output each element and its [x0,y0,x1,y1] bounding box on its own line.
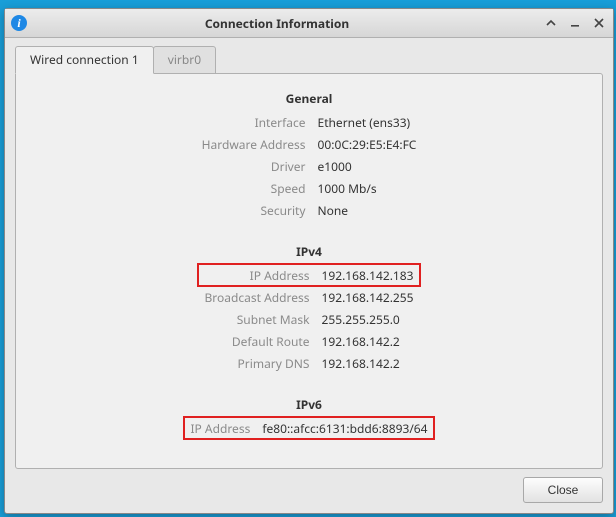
value-ipv6-ip-address: fe80::afcc:6131:bdd6:8893/64 [256,417,433,439]
section-title-ipv4: IPv4 [26,243,592,260]
label-hardware-address: Hardware Address [196,133,312,155]
close-icon[interactable] [591,15,607,31]
label-ipv4-ip-address: IP Address [198,264,315,286]
value-speed: 1000 Mb/s [312,177,423,199]
label-driver: Driver [196,155,312,177]
row-interface: Interface Ethernet (ens33) [196,111,423,133]
dialog-body: Wired connection 1 virbr0 General Interf… [5,38,613,513]
titlebar: i Connection Information [5,9,613,38]
value-ipv4-ip-address: 192.168.142.183 [315,264,419,286]
row-broadcast-address: Broadcast Address 192.168.142.255 [198,286,419,308]
row-default-route: Default Route 192.168.142.2 [198,330,419,352]
general-table: Interface Ethernet (ens33) Hardware Addr… [196,111,423,221]
value-default-route: 192.168.142.2 [315,330,419,352]
row-subnet-mask: Subnet Mask 255.255.255.0 [198,308,419,330]
window-title: Connection Information [11,15,543,32]
dialog-window: i Connection Information Wired connectio… [4,8,614,514]
row-ipv4-ip-address: IP Address 192.168.142.183 [198,264,419,286]
dialog-footer: Close [15,469,603,503]
row-security: Security None [196,199,423,221]
label-primary-dns: Primary DNS [198,352,315,374]
label-ipv6-ip-address: IP Address [184,417,256,439]
label-subnet-mask: Subnet Mask [198,308,315,330]
row-primary-dns: Primary DNS 192.168.142.2 [198,352,419,374]
value-interface: Ethernet (ens33) [312,111,423,133]
row-hardware-address: Hardware Address 00:0C:29:E5:E4:FC [196,133,423,155]
row-ipv6-ip-address: IP Address fe80::afcc:6131:bdd6:8893/64 [184,417,433,439]
tab-wired-connection-1[interactable]: Wired connection 1 [15,46,154,74]
section-title-general: General [26,90,592,107]
label-broadcast-address: Broadcast Address [198,286,315,308]
value-security: None [312,199,423,221]
tabs: Wired connection 1 virbr0 [15,46,603,74]
value-driver: e1000 [312,155,423,177]
label-interface: Interface [196,111,312,133]
value-hardware-address: 00:0C:29:E5:E4:FC [312,133,423,155]
row-driver: Driver e1000 [196,155,423,177]
label-security: Security [196,199,312,221]
shade-icon[interactable] [543,15,559,31]
window-buttons [543,15,607,31]
label-default-route: Default Route [198,330,315,352]
close-button[interactable]: Close [523,477,603,503]
value-primary-dns: 192.168.142.2 [315,352,419,374]
tab-panel: General Interface Ethernet (ens33) Hardw… [15,73,603,469]
tab-virbr0[interactable]: virbr0 [153,46,216,74]
ipv4-table: IP Address 192.168.142.183 Broadcast Add… [198,264,419,374]
section-title-ipv6: IPv6 [26,396,592,413]
row-speed: Speed 1000 Mb/s [196,177,423,199]
value-broadcast-address: 192.168.142.255 [315,286,419,308]
ipv6-table: IP Address fe80::afcc:6131:bdd6:8893/64 [184,417,433,439]
label-speed: Speed [196,177,312,199]
value-subnet-mask: 255.255.255.0 [315,308,419,330]
minimize-icon[interactable] [567,15,583,31]
